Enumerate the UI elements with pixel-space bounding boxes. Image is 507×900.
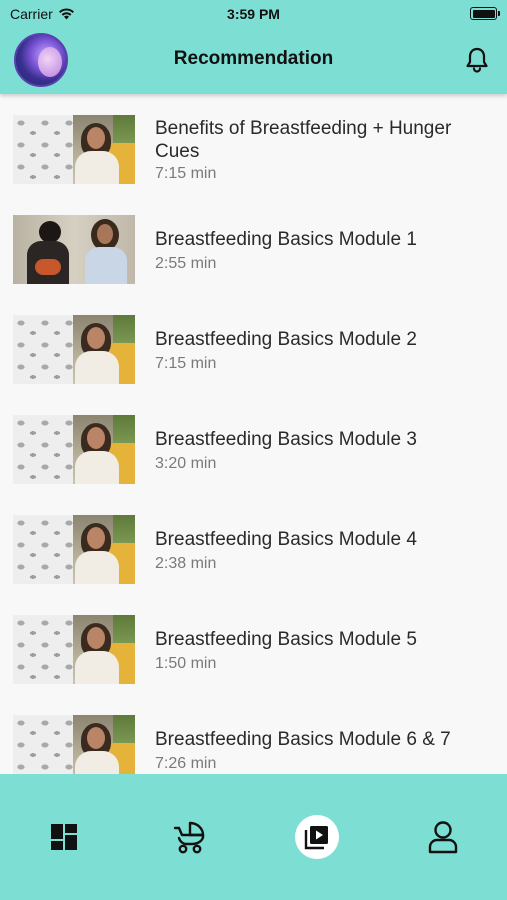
video-duration: 7:15 min — [155, 165, 217, 182]
tab-dashboard[interactable] — [39, 812, 89, 862]
app-screen: Carrier 3:59 PM Recommendation Benefits … — [0, 0, 507, 900]
page-title: Recommendation — [173, 48, 334, 69]
video-duration: 7:15 min — [155, 355, 217, 372]
status-time: 3:59 PM — [227, 6, 280, 22]
video-title: Benefits of Breastfeeding + Hunger Cues — [155, 118, 452, 162]
video-title: Breastfeeding Basics Module 2 — [155, 329, 417, 350]
video-duration: 1:50 min — [155, 655, 217, 672]
video-item[interactable]: Breastfeeding Basics Module 1 2:55 min — [0, 194, 507, 294]
video-title: Breastfeeding Basics Module 4 — [155, 529, 417, 550]
video-thumbnail — [13, 515, 135, 584]
active-tab-indicator — [295, 815, 339, 859]
tab-videos[interactable] — [292, 812, 342, 862]
video-duration: 2:38 min — [155, 555, 217, 572]
video-title: Breastfeeding Basics Module 3 — [155, 429, 417, 450]
video-item[interactable]: Breastfeeding Basics Module 4 2:38 min — [0, 494, 507, 594]
video-duration: 7:26 min — [155, 755, 217, 772]
video-title: Breastfeeding Basics Module 1 — [155, 229, 417, 250]
header: Carrier 3:59 PM Recommendation — [0, 0, 507, 94]
battery-icon — [470, 7, 500, 20]
video-thumbnail — [13, 215, 135, 284]
video-thumbnail — [13, 715, 135, 774]
tab-baby[interactable] — [165, 812, 215, 862]
video-duration: 3:20 min — [155, 455, 217, 472]
video-title: Breastfeeding Basics Module 5 — [155, 629, 417, 650]
video-item[interactable]: Breastfeeding Basics Module 2 7:15 min — [0, 294, 507, 394]
profile-icon — [428, 821, 458, 854]
video-thumbnail — [13, 415, 135, 484]
video-item[interactable]: Breastfeeding Basics Module 5 1:50 min — [0, 594, 507, 694]
video-thumbnail — [13, 315, 135, 384]
stroller-icon — [173, 821, 205, 854]
tab-profile[interactable] — [418, 812, 468, 862]
video-item[interactable]: Breastfeeding Basics Module 3 3:20 min — [0, 394, 507, 494]
video-thumbnail — [13, 115, 135, 184]
video-thumbnail — [13, 615, 135, 684]
bottom-tab-bar — [0, 774, 507, 900]
video-duration: 2:55 min — [155, 255, 217, 272]
bell-icon[interactable] — [465, 47, 489, 73]
video-title: Breastfeeding Basics Module 6 & 7 — [155, 729, 451, 750]
video-list[interactable]: Benefits of Breastfeeding + Hunger Cues … — [0, 94, 507, 774]
video-library-icon — [304, 826, 328, 850]
status-bar: Carrier 3:59 PM — [0, 0, 507, 28]
dashboard-icon — [51, 824, 77, 850]
video-item[interactable]: Benefits of Breastfeeding + Hunger Cues … — [0, 94, 507, 194]
video-item[interactable]: Breastfeeding Basics Module 6 & 7 7:26 m… — [0, 694, 507, 774]
